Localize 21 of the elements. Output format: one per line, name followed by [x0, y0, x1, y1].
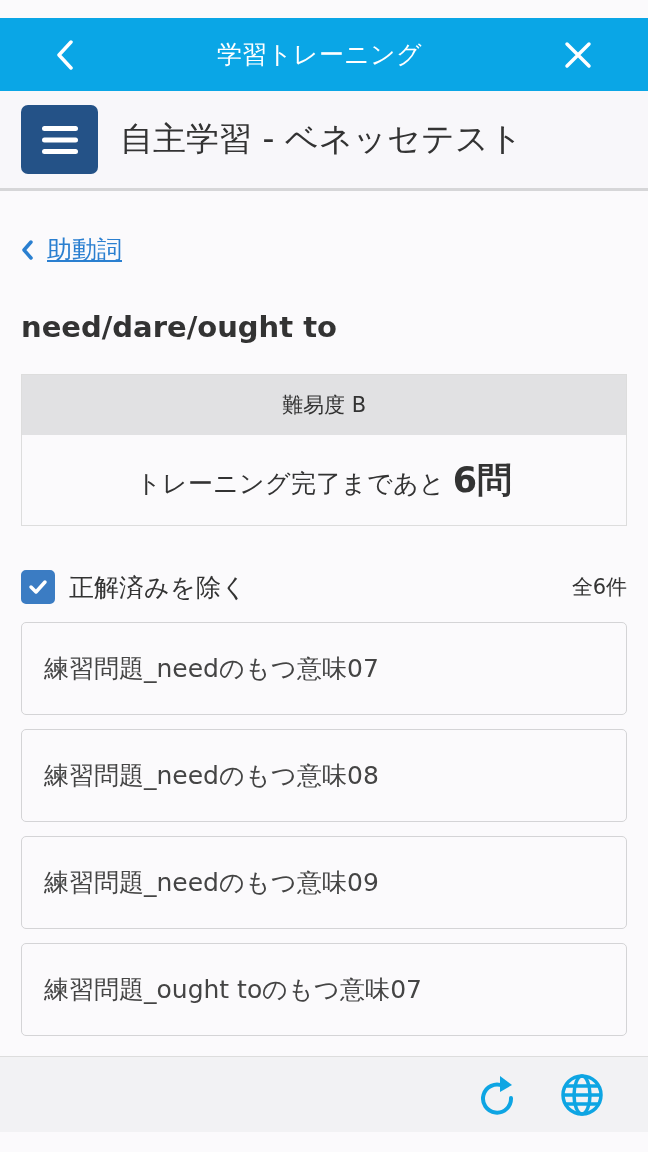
checkbox[interactable] — [21, 570, 55, 604]
question-item[interactable]: 練習問題_ought toのもつ意味07 — [21, 943, 627, 1036]
difficulty-heading: 難易度 B — [22, 375, 626, 435]
topic-title: need/dare/ought to — [21, 310, 338, 344]
question-item[interactable]: 練習問題_needのもつ意味08 — [21, 729, 627, 822]
back-icon[interactable] — [56, 39, 74, 70]
menu-button[interactable] — [21, 105, 98, 174]
menu-icon — [41, 125, 78, 154]
chevron-left-icon — [21, 239, 33, 260]
nav-title: 学習トレーニング — [216, 39, 422, 71]
breadcrumb-link[interactable]: 助動詞 — [21, 233, 122, 266]
question-item[interactable]: 練習問題_needのもつ意味07 — [21, 622, 627, 715]
globe-icon[interactable] — [560, 1072, 604, 1117]
check-icon — [28, 579, 48, 595]
question-item[interactable]: 練習問題_needのもつ意味09 — [21, 836, 627, 929]
item-count: 全6件 — [571, 574, 627, 601]
refresh-icon[interactable] — [478, 1073, 516, 1116]
page-header-title: 自主学習 - ベネッセテスト — [120, 118, 523, 160]
remaining-text: トレーニング完了まであと 6問 — [135, 458, 513, 502]
exclude-correct-checkbox[interactable]: 正解済みを除く — [21, 570, 247, 604]
close-icon[interactable] — [564, 40, 592, 69]
